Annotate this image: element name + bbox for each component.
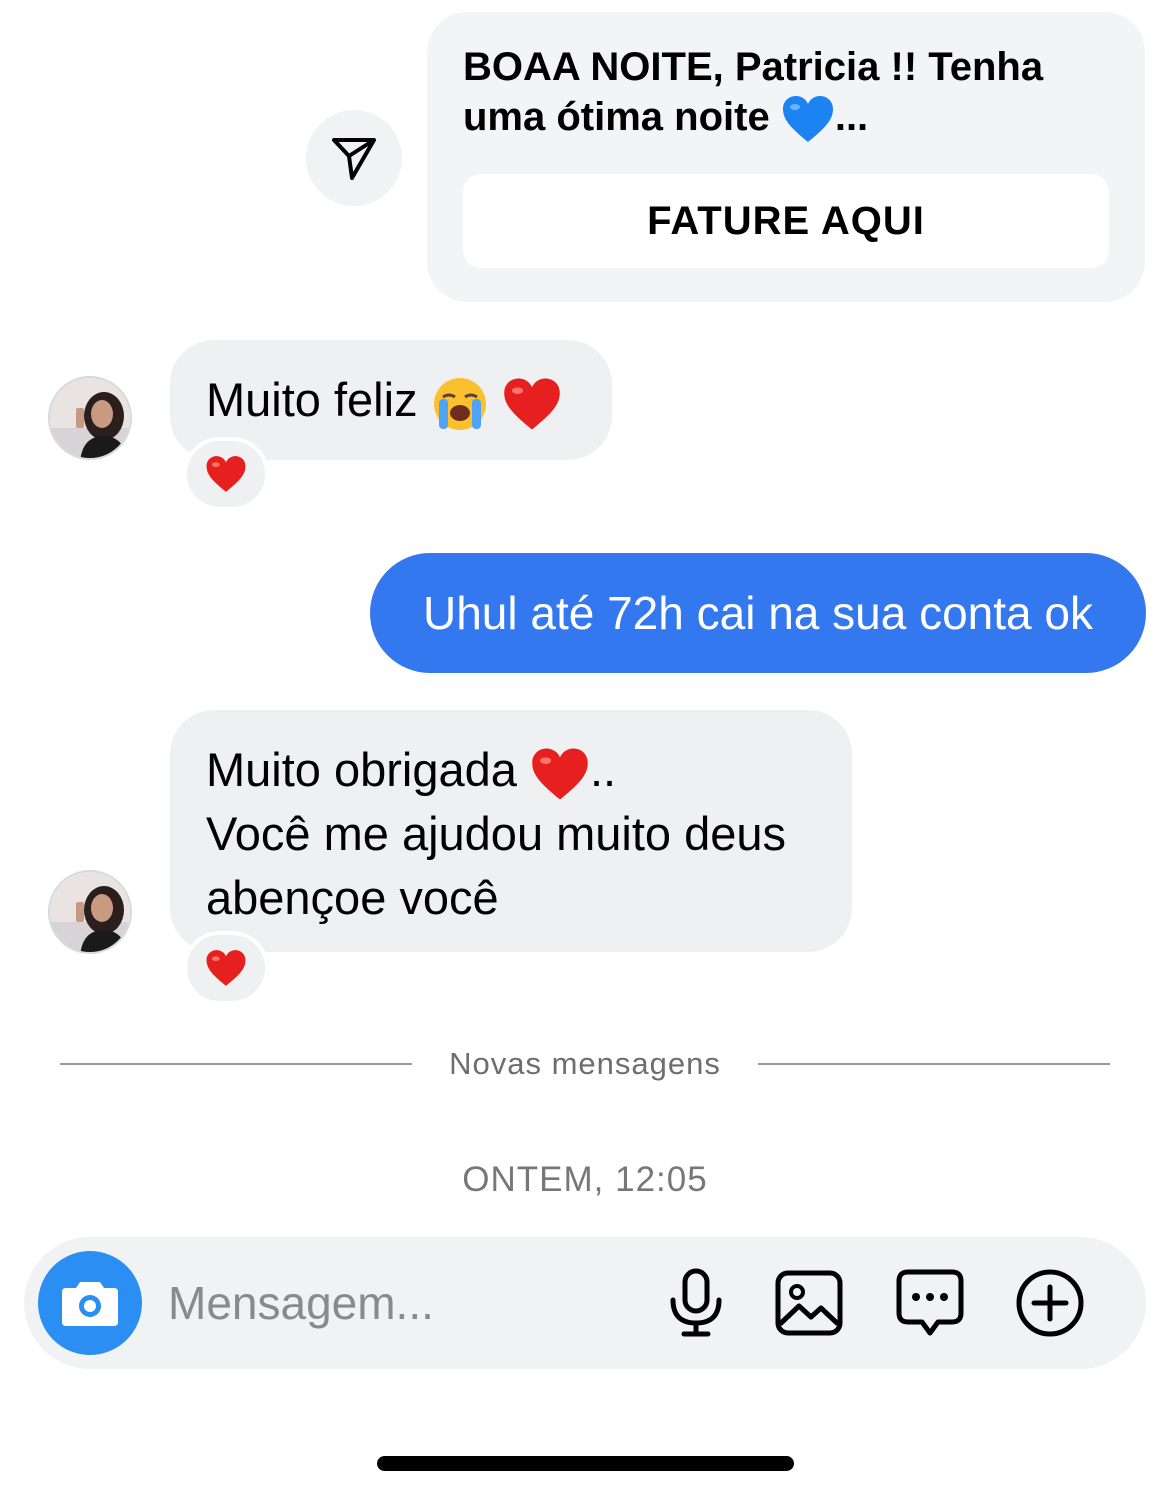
red-heart-icon <box>206 456 246 492</box>
reaction-badge[interactable] <box>183 931 269 1005</box>
profile-photo <box>50 378 130 458</box>
camera-icon <box>62 1282 118 1326</box>
fature-aqui-button[interactable]: FATURE AQUI <box>463 174 1109 268</box>
message-text: Muito feliz <box>206 368 562 433</box>
shared-post-message[interactable]: BOAA NOITE, Patricia !! Tenha uma ótima … <box>427 12 1145 302</box>
timestamp: ONTEM, 12:05 <box>462 1160 708 1199</box>
camera-button[interactable] <box>38 1251 142 1355</box>
gallery-icon <box>775 1270 843 1336</box>
loudly-crying-face-icon <box>433 377 486 430</box>
red-heart-icon <box>206 950 246 986</box>
new-messages-label: Novas mensagens <box>449 1046 721 1081</box>
share-button[interactable] <box>306 110 402 206</box>
send-icon <box>332 138 376 180</box>
sticker-chat-button[interactable] <box>890 1263 970 1343</box>
divider-line-right <box>758 1063 1110 1065</box>
reaction-badge[interactable] <box>183 437 269 511</box>
plus-icon <box>1016 1269 1084 1337</box>
microphone-button[interactable] <box>656 1263 736 1343</box>
message-composer <box>24 1237 1146 1369</box>
shared-post-caption: BOAA NOITE, Patricia !! Tenha uma ótima … <box>463 42 1113 144</box>
sticker-chat-icon <box>896 1269 964 1336</box>
outgoing-message-bubble[interactable]: Uhul até 72h cai na sua conta ok <box>370 553 1146 673</box>
message-input[interactable] <box>168 1267 628 1339</box>
incoming-message-bubble[interactable]: Muito obrigada .. Você me ajudou muito d… <box>170 710 852 952</box>
divider-line-left <box>60 1063 412 1065</box>
plus-button[interactable] <box>1010 1263 1090 1343</box>
home-indicator <box>377 1456 794 1471</box>
red-heart-icon <box>532 748 588 800</box>
microphone-icon <box>670 1268 722 1337</box>
profile-photo <box>50 872 130 952</box>
blue-heart-icon <box>782 96 833 143</box>
avatar[interactable] <box>48 376 132 460</box>
red-heart-icon <box>503 378 560 430</box>
avatar[interactable] <box>48 870 132 954</box>
gallery-button[interactable] <box>769 1263 849 1343</box>
message-text: Muito obrigada .. Você me ajudou muito d… <box>206 743 787 924</box>
